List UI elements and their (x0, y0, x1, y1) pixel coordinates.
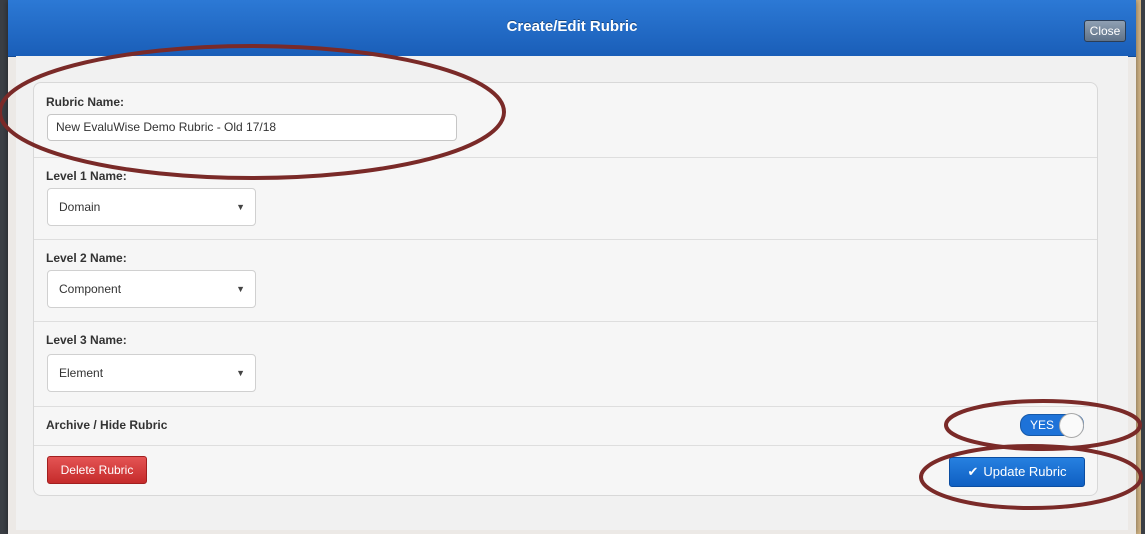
annotation-overlay (0, 44, 1143, 510)
toggle-highlight-ellipse (944, 399, 1142, 451)
update-button-highlight-ellipse (919, 444, 1143, 510)
rubric-name-highlight-ellipse (0, 44, 506, 180)
